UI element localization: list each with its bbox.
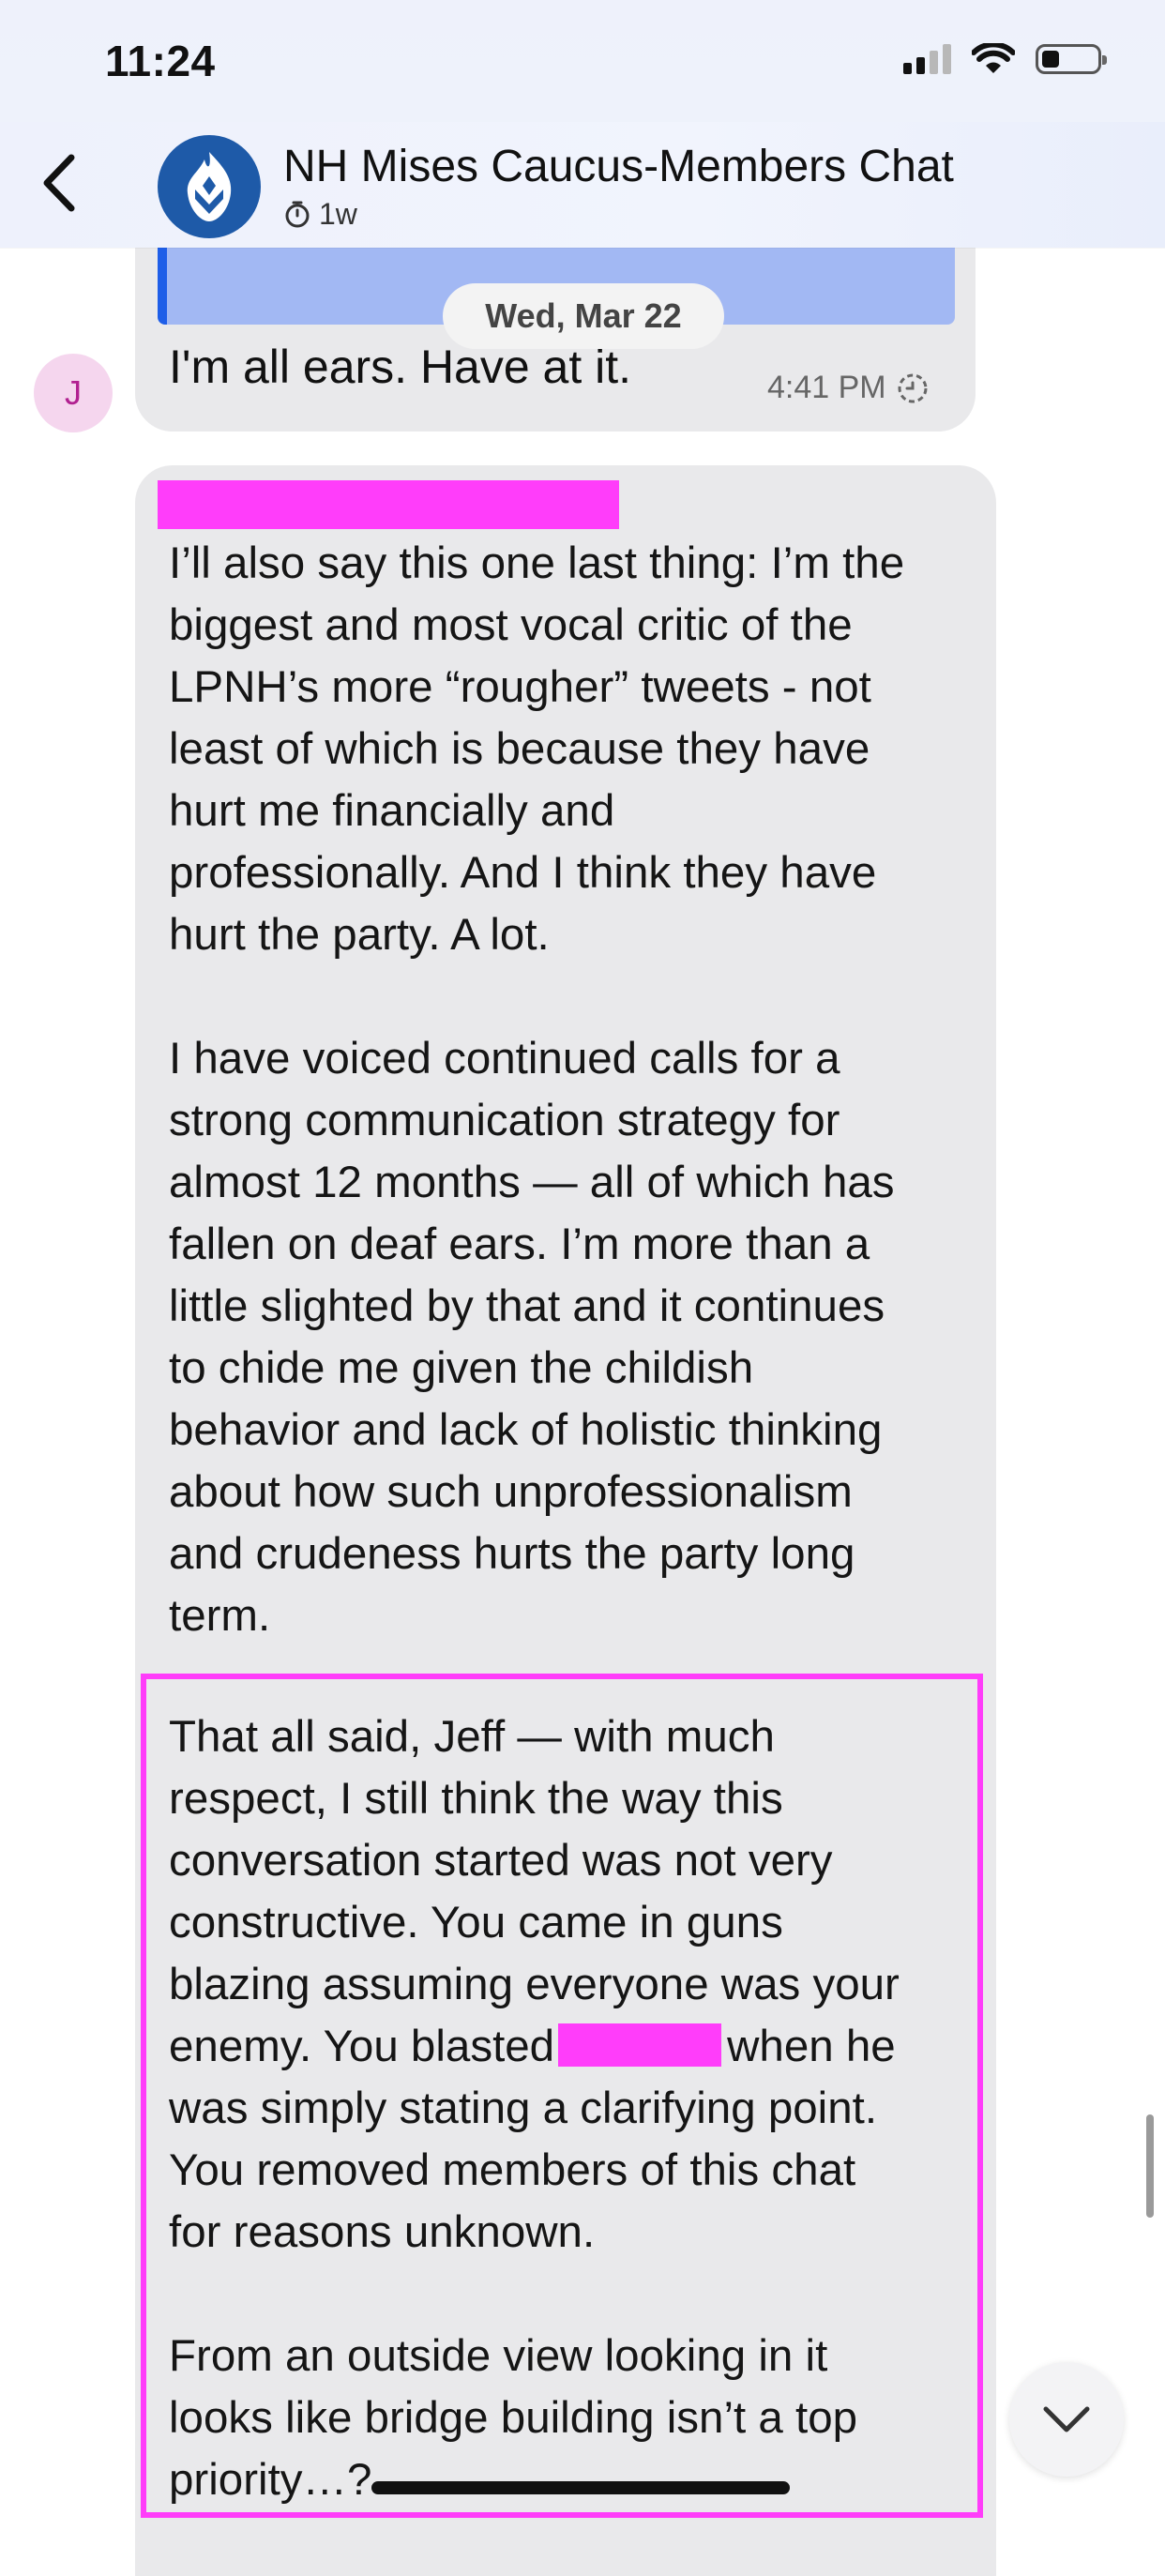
status-bar: 11:24: [0, 0, 1165, 122]
flame-logo-icon: [187, 152, 232, 221]
status-time: 11:24: [105, 37, 216, 85]
scroll-indicator[interactable]: [1146, 2114, 1154, 2218]
home-indicator[interactable]: [371, 2481, 790, 2494]
battery-icon: [1036, 44, 1107, 74]
wifi-icon: [972, 43, 1015, 73]
chevron-down-icon: [1043, 2406, 1090, 2432]
message-paragraph: I’ll also say this one last thing: I’m t…: [169, 538, 905, 960]
sending-status-icon: [898, 373, 928, 402]
status-icons: [903, 43, 1107, 75]
date-separator: Wed, Mar 22: [443, 283, 724, 349]
back-chevron-icon[interactable]: [34, 150, 90, 216]
highlighted-paragraph: That all said, Jeff — with much respect,…: [169, 1706, 976, 2264]
message-paragraph: I have voiced continued calls for a stro…: [169, 1034, 895, 1641]
chat-header: NH Mises Caucus-Members Chat 1w: [0, 122, 1165, 248]
timer-label: 1w: [319, 197, 357, 231]
message-timestamp: 4:41 PM: [767, 370, 886, 405]
sender-avatar[interactable]: J: [34, 354, 113, 432]
disappearing-timer: 1w: [283, 197, 357, 232]
highlighted-text-before: That all said, Jeff — with much respect,…: [169, 1712, 900, 2071]
group-avatar[interactable]: [158, 135, 261, 238]
timer-icon: [285, 201, 310, 227]
redacted-name-inline: [558, 2023, 722, 2067]
scroll-to-bottom-button[interactable]: [1009, 2362, 1124, 2477]
previous-message-time: 4:41 PM: [767, 370, 930, 406]
chat-title[interactable]: NH Mises Caucus-Members Chat: [283, 141, 954, 192]
cellular-signal-icon: [903, 44, 951, 74]
redacted-sender-name: [158, 480, 619, 529]
